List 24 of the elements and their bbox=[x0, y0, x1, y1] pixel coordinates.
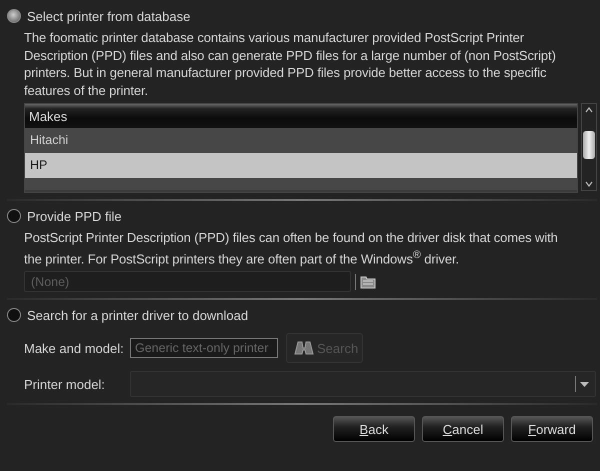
list-item[interactable]: HP bbox=[25, 153, 577, 178]
dialog-button[interactable]: Cancel bbox=[422, 416, 504, 442]
dialog-button[interactable]: Forward bbox=[511, 416, 593, 442]
description-text: The foomatic printer database contains various manufacturer provided PostScript Printer Description (PPD) files and also can generate PPD files for a large number of (non PostScript) printers. But in general manufacturer provided PPD files provide better access to the specific features of the printer. bbox=[24, 29, 557, 99]
list-item[interactable]: Hitachi bbox=[25, 128, 577, 153]
option-label[interactable]: Search for a printer driver to download bbox=[27, 308, 248, 323]
make-and-model-label: Make and model: bbox=[24, 340, 124, 356]
option-label[interactable]: Select printer from database bbox=[27, 8, 190, 24]
binoculars-icon bbox=[293, 340, 315, 356]
radio-button[interactable] bbox=[7, 9, 21, 23]
description-text: PostScript Printer Description (PPD) files can often be found on the driver disk that comes with the printer. For PostScript printers they are often part of the Windows$^{®}$ driver. bbox=[24, 229, 559, 268]
scrollbar[interactable] bbox=[581, 103, 597, 191]
scroll-up-icon[interactable] bbox=[585, 107, 593, 113]
scroll-down-icon[interactable] bbox=[585, 181, 593, 187]
folder-icon[interactable] bbox=[360, 274, 376, 289]
dialog-button[interactable]: Back bbox=[333, 416, 415, 442]
printer-model-label: Printer model: bbox=[24, 376, 106, 392]
option-label[interactable]: Provide PPD file bbox=[27, 208, 122, 224]
make-and-model-field[interactable]: Generic text-only printer bbox=[130, 338, 278, 358]
radio-button[interactable] bbox=[7, 308, 21, 322]
dropdown-arrow-icon bbox=[580, 382, 589, 387]
scroll-thumb[interactable] bbox=[583, 131, 595, 159]
radio-button[interactable] bbox=[7, 209, 21, 223]
column-header[interactable]: Makes bbox=[25, 104, 577, 128]
